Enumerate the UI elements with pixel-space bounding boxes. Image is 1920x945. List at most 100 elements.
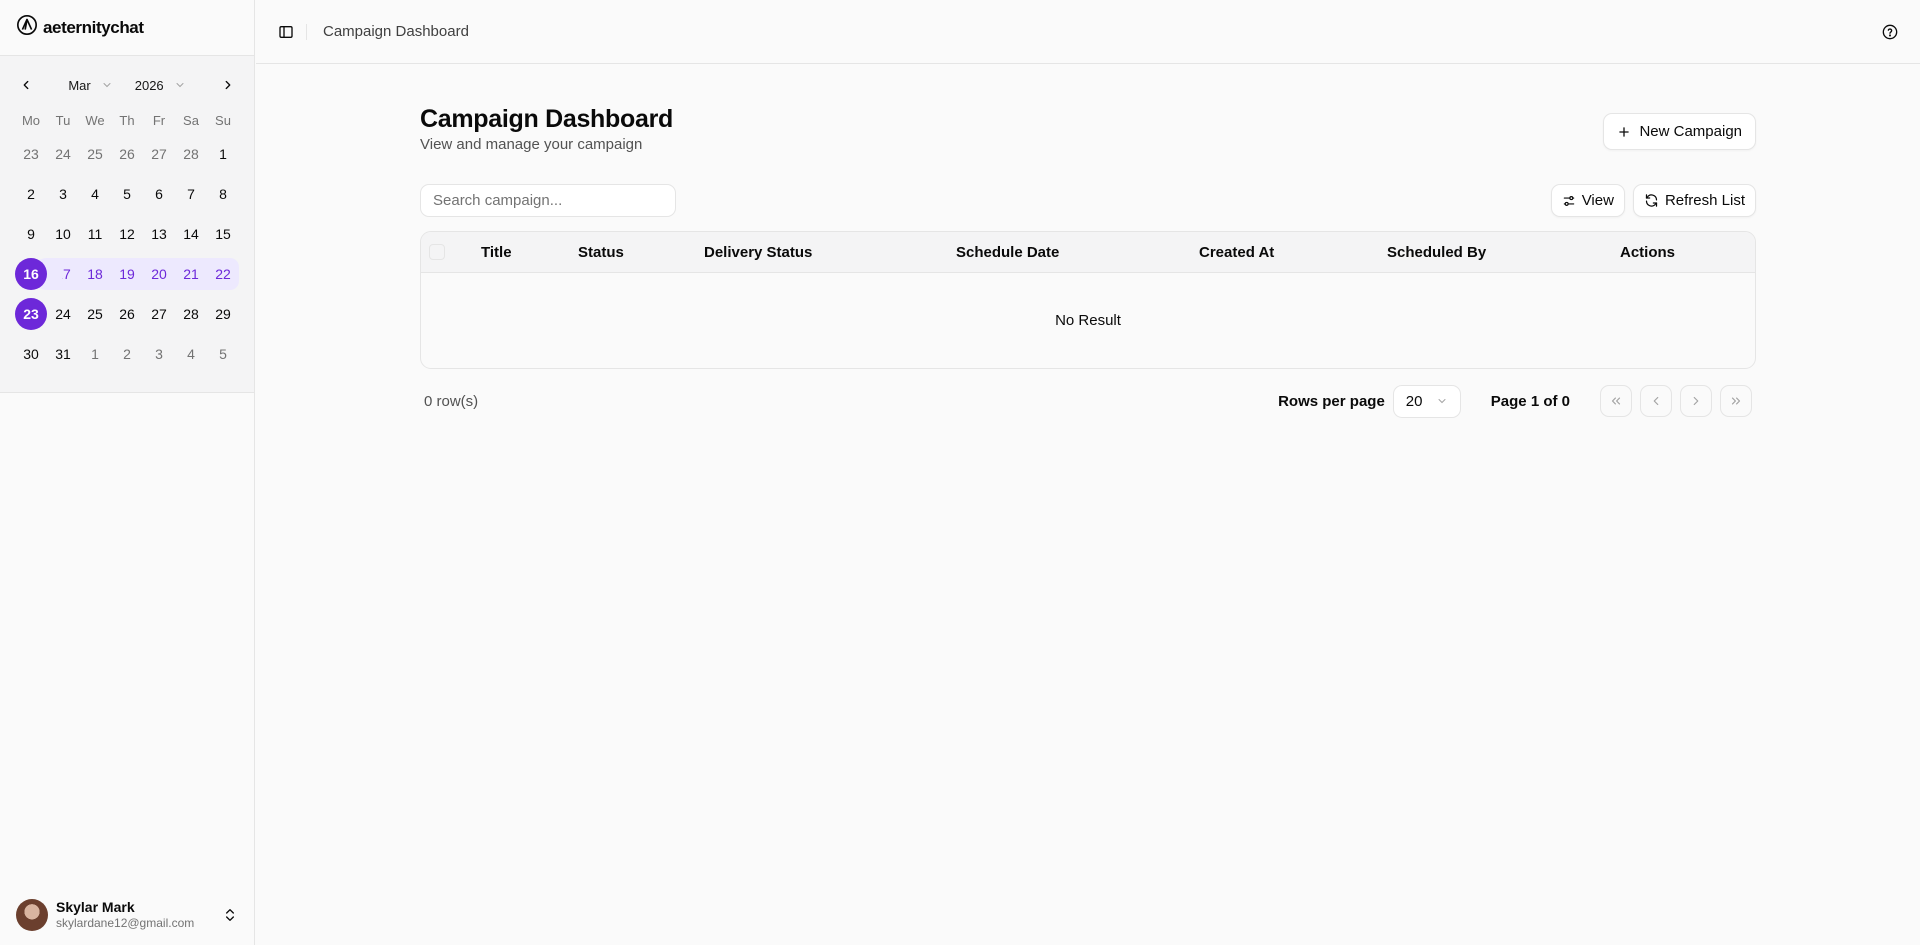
refresh-icon	[1645, 194, 1658, 207]
calendar-day[interactable]: 17	[47, 258, 79, 290]
column-header-title[interactable]: Title	[481, 232, 512, 273]
column-header-delivery-status[interactable]: Delivery Status	[704, 232, 812, 273]
calendar-day[interactable]: 5	[207, 338, 239, 370]
calendar-day[interactable]: 14	[175, 218, 207, 250]
calendar-day[interactable]: 3	[47, 178, 79, 210]
calendar-day[interactable]: 28	[175, 138, 207, 170]
row-count: 0 row(s)	[424, 392, 479, 410]
chevrons-up-down-icon	[226, 909, 234, 921]
calendar-day[interactable]: 18	[79, 258, 111, 290]
calendar-day[interactable]: 11	[79, 218, 111, 250]
chevron-down-icon	[103, 83, 111, 88]
sidebar-toggle-button[interactable]	[272, 18, 300, 46]
month-value: Mar	[68, 77, 91, 93]
weekday-label: We	[85, 113, 105, 128]
column-header-created-at[interactable]: Created At	[1199, 232, 1274, 273]
table-footer: 0 row(s) Rows per page 20 Page 1 of 0	[420, 383, 1756, 419]
calendar-day[interactable]: 6	[143, 178, 175, 210]
calendar-day[interactable]: 2	[15, 178, 47, 210]
weekday-label: Su	[215, 113, 231, 128]
chevron-right-icon	[225, 80, 231, 90]
calendar-day[interactable]: 4	[79, 178, 111, 210]
calendar-day[interactable]: 25	[79, 138, 111, 170]
calendar-day[interactable]: 9	[15, 218, 47, 250]
calendar-day[interactable]: 5	[111, 178, 143, 210]
calendar-day[interactable]: 3	[143, 338, 175, 370]
new-campaign-button[interactable]: New Campaign	[1603, 113, 1756, 150]
calendar-day[interactable]: 10	[47, 218, 79, 250]
prev-month-button[interactable]	[15, 74, 37, 96]
sliders-icon	[1563, 195, 1574, 206]
next-page-button[interactable]	[1680, 385, 1712, 417]
last-page-button[interactable]	[1720, 385, 1752, 417]
previous-page-button[interactable]	[1640, 385, 1672, 417]
divider	[306, 23, 307, 40]
calendar-day[interactable]: 19	[111, 258, 143, 290]
chevron-left-icon	[23, 80, 29, 90]
weekday-label: Tu	[55, 113, 71, 128]
view-button[interactable]: View	[1550, 184, 1625, 217]
calendar-day[interactable]: 29	[207, 298, 239, 330]
calendar-day[interactable]: 30	[15, 338, 47, 370]
search-input[interactable]	[420, 184, 676, 217]
avatar	[16, 899, 48, 931]
calendar-day[interactable]: 1	[207, 138, 239, 170]
chevrons-left-icon	[1611, 397, 1621, 405]
topbar: Campaign Dashboard	[256, 0, 1920, 64]
calendar-day[interactable]: 15	[207, 218, 239, 250]
calendar-day[interactable]: 20	[143, 258, 175, 290]
calendar-day[interactable]: 24	[47, 138, 79, 170]
calendar-day[interactable]: 25	[79, 298, 111, 330]
chevron-right-icon	[1693, 396, 1699, 406]
calendar-day[interactable]: 31	[47, 338, 79, 370]
view-label: View	[1581, 192, 1614, 209]
chevron-down-icon	[176, 83, 184, 88]
calendar-day[interactable]: 22	[207, 258, 239, 290]
calendar-day[interactable]: 28	[175, 298, 207, 330]
calendar-day[interactable]: 26	[111, 298, 143, 330]
calendar-day[interactable]: 23	[15, 138, 47, 170]
calendar-day[interactable]: 8	[207, 178, 239, 210]
weekday-label: Fr	[152, 113, 166, 128]
calendar-day[interactable]: 23	[15, 298, 47, 330]
refresh-list-button[interactable]: Refresh List	[1632, 184, 1756, 217]
main-content: Campaign Dashboard View and manage your …	[420, 105, 1756, 419]
chevron-down-icon	[1438, 399, 1446, 404]
user-menu[interactable]: Skylar Mark skylardane12@gmail.com	[0, 885, 254, 945]
weekday-label: Sa	[183, 113, 199, 128]
column-header-status[interactable]: Status	[578, 232, 624, 273]
calendar-day[interactable]: 13	[143, 218, 175, 250]
calendar-day[interactable]: 7	[175, 178, 207, 210]
calendar-day[interactable]: 26	[111, 138, 143, 170]
empty-state: No Result	[1055, 312, 1121, 329]
calendar-day[interactable]: 12	[111, 218, 143, 250]
calendar-day[interactable]: 4	[175, 338, 207, 370]
rows-per-page-label: Rows per page	[1278, 392, 1385, 410]
page-subtitle: View and manage your campaign	[420, 136, 643, 153]
next-month-button[interactable]	[217, 74, 239, 96]
first-page-button[interactable]	[1600, 385, 1632, 417]
calendar-day[interactable]: 27	[143, 298, 175, 330]
page-title: Campaign Dashboard	[420, 105, 673, 133]
calendar-day[interactable]: 1	[79, 338, 111, 370]
calendar-day[interactable]: 24	[47, 298, 79, 330]
column-header-schedule-date[interactable]: Schedule Date	[956, 232, 1059, 273]
column-header-actions: Actions	[1620, 244, 1676, 261]
year-select[interactable]: 2026	[135, 78, 186, 93]
calendar: Mar 2026 Mo Tu We Th Fr Sa Su 23 24 25 26 27 28 1 2 3 4 5…	[0, 56, 254, 393]
calendar-day[interactable]: 21	[175, 258, 207, 290]
calendar-day[interactable]: 16	[15, 258, 47, 290]
brand[interactable]: aeternitychat	[0, 0, 254, 56]
column-header-scheduled-by[interactable]: Scheduled By	[1387, 232, 1486, 273]
rows-per-page-value: 20	[1405, 392, 1423, 410]
breadcrumb: Campaign Dashboard	[323, 23, 469, 40]
help-button[interactable]	[1876, 18, 1904, 46]
calendar-day[interactable]: 27	[143, 138, 175, 170]
select-all-checkbox[interactable]	[429, 244, 445, 260]
month-select[interactable]: Mar	[68, 78, 112, 93]
campaign-table: Title Status Delivery Status Schedule Da…	[420, 231, 1756, 369]
rows-per-page-select[interactable]: 20	[1392, 384, 1461, 418]
logo-icon	[16, 14, 38, 41]
user-email: skylardane12@gmail.com	[56, 916, 195, 931]
calendar-day[interactable]: 2	[111, 338, 143, 370]
